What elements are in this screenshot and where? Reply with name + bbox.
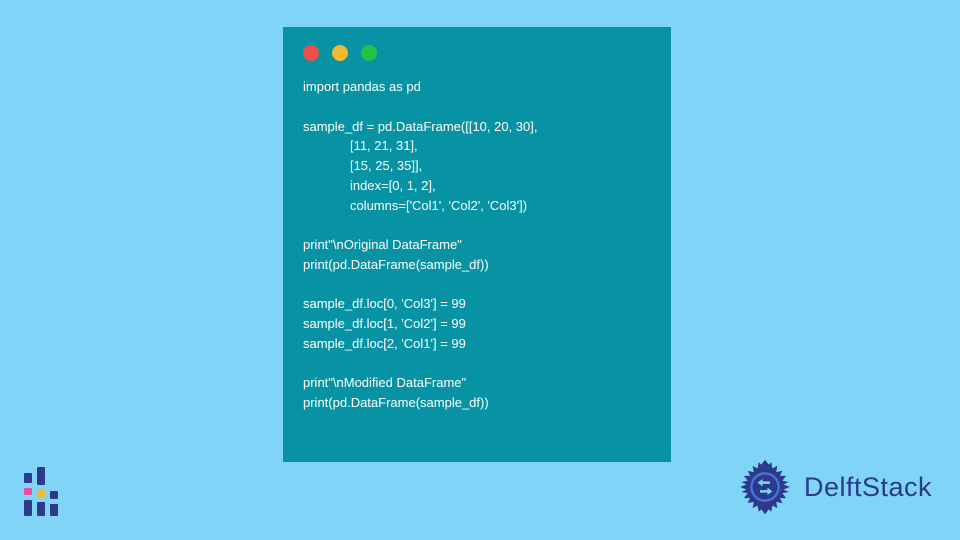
brand-name: DelftStack: [804, 472, 932, 503]
brand-logo: DelftStack: [734, 456, 932, 518]
emblem-icon: [734, 456, 796, 518]
traffic-lights: [303, 45, 653, 61]
close-icon: [303, 45, 319, 61]
minimize-icon: [332, 45, 348, 61]
code-block: import pandas as pd sample_df = pd.DataF…: [303, 77, 653, 413]
code-window: import pandas as pd sample_df = pd.DataF…: [283, 27, 671, 462]
left-logo-icon: [24, 462, 58, 516]
maximize-icon: [361, 45, 377, 61]
